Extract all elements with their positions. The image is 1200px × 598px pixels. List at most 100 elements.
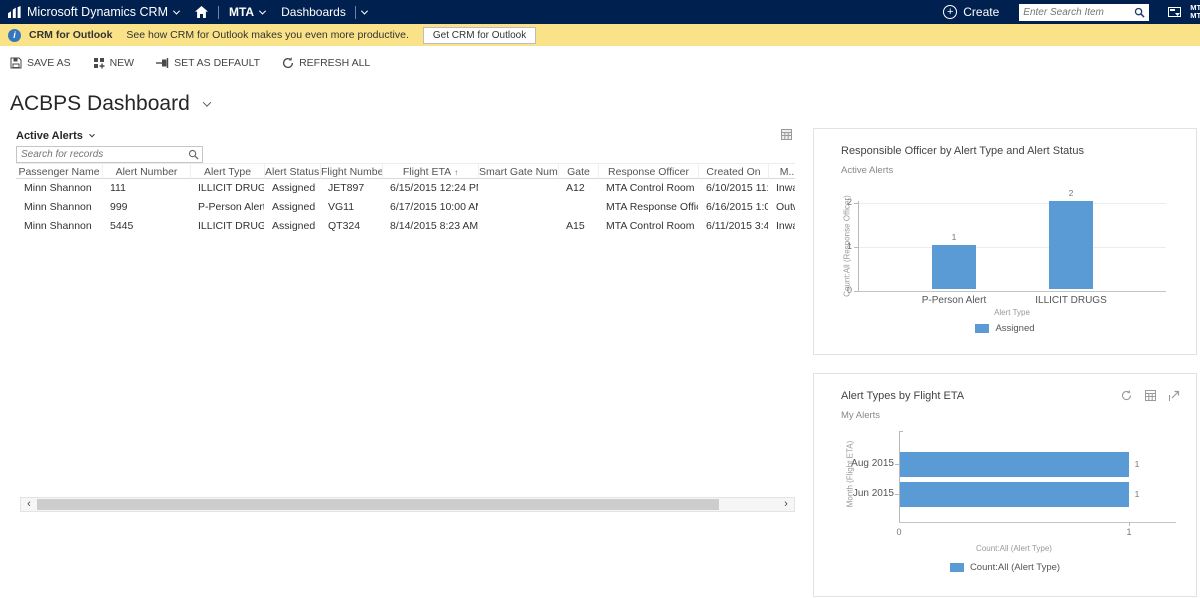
nav-item-mta[interactable]: MTA <box>221 0 273 24</box>
refresh-chart-icon[interactable] <box>1121 390 1132 401</box>
x-axis-line <box>899 522 1176 523</box>
x-axis-label: Alert Type <box>994 308 1030 317</box>
legend-label: Count:All (Alert Type) <box>969 562 1061 573</box>
search-icon[interactable] <box>188 149 202 160</box>
column-header-alert-status[interactable]: Alert Status↑ <box>264 163 320 179</box>
refresh-all-label: REFRESH ALL <box>299 57 371 69</box>
bar-aug-2015[interactable] <box>900 452 1129 477</box>
table-row[interactable]: Minn Shannon 5445 ILLICIT DRUGS Assigned… <box>16 217 795 236</box>
column-header-alert-number[interactable]: Alert Number <box>102 163 190 179</box>
scrollbar-thumb[interactable] <box>37 499 719 510</box>
y-tick-2: 2 <box>846 197 852 207</box>
chevron-down-icon <box>202 98 212 107</box>
crm-for-outlook-banner: i CRM for Outlook See how CRM for Outloo… <box>0 24 1200 46</box>
scroll-right-icon[interactable]: › <box>778 498 794 511</box>
chevron-down-icon <box>172 7 181 15</box>
home-button[interactable] <box>187 0 216 24</box>
chart-toolbar <box>1121 390 1180 401</box>
y-tick-0: 0 <box>846 285 852 295</box>
column-header-gate[interactable]: Gate <box>558 163 598 179</box>
nav-dashboards-label: Dashboards <box>281 5 346 19</box>
info-icon: i <box>8 28 21 42</box>
nav-separator <box>218 5 219 19</box>
dynamics-logo-icon <box>8 6 21 18</box>
chart-legend: Assigned <box>814 323 1196 334</box>
column-header-response-officer[interactable]: Response Officer <box>598 163 698 179</box>
create-button[interactable]: + Create <box>933 5 1009 19</box>
enlarge-chart-icon[interactable] <box>1169 390 1180 401</box>
refresh-all-button[interactable]: REFRESH ALL <box>282 57 370 69</box>
column-header-smart-gate-number[interactable]: Smart Gate Number <box>478 163 558 179</box>
bar-value-label: 1 <box>1134 459 1140 469</box>
x-category-label: ILLICIT DRUGS <box>1035 295 1107 306</box>
refresh-icon <box>282 57 294 69</box>
command-bar: SAVE AS NEW SET AS DEFAULT REFRESH ALL <box>0 46 1200 80</box>
column-header-movement[interactable]: M... <box>768 163 795 179</box>
bar-value-label: 1 <box>1134 489 1140 499</box>
user-info[interactable]: MTA MTA <box>1190 4 1200 20</box>
chart-panel-alert-types: Alert Types by Flight ETA My Alerts Mont… <box>813 373 1197 597</box>
x-category-label: P-Person Alert <box>921 295 987 306</box>
gridline <box>858 203 1166 204</box>
brand-menu[interactable]: Microsoft Dynamics CRM <box>0 0 187 24</box>
bar-value-label: 1 <box>951 232 957 242</box>
column-header-passenger-name[interactable]: Passenger Name <box>16 163 102 179</box>
create-label: Create <box>963 5 1000 19</box>
gridline <box>858 247 1166 248</box>
y-axis-line <box>858 201 859 292</box>
column-header-created-on[interactable]: Created On <box>698 163 768 179</box>
table-row[interactable]: Minn Shannon 111 ILLICIT DRUGS Assigned … <box>16 179 795 198</box>
view-grid-icon[interactable] <box>1145 390 1156 401</box>
legend-swatch <box>949 563 964 572</box>
page-title: ACBPS Dashboard <box>10 92 190 115</box>
nav-item-dashboards[interactable]: Dashboards <box>273 0 375 24</box>
get-crm-for-outlook-button[interactable]: Get CRM for Outlook <box>422 26 537 44</box>
legend-swatch <box>975 324 990 333</box>
banner-message: See how CRM for Outlook makes you even m… <box>126 29 409 41</box>
banner-title: CRM for Outlook <box>29 29 113 41</box>
chevron-down-icon <box>360 7 368 15</box>
chart-title: Alert Types by Flight ETA <box>841 390 965 402</box>
global-search-input[interactable] <box>1023 6 1135 18</box>
quick-nav-icon[interactable] <box>1168 6 1182 18</box>
record-search-input[interactable] <box>17 149 188 160</box>
dynamics-crm-window: Microsoft Dynamics CRM MTA Dashboards + … <box>0 0 1200 598</box>
chart-title: Responsible Officer by Alert Type and Al… <box>841 145 1084 157</box>
bar-jun-2015[interactable] <box>900 482 1129 507</box>
new-label: NEW <box>109 57 135 69</box>
column-header-alert-type[interactable]: Alert Type <box>190 163 264 179</box>
dashboard-selector[interactable]: ACBPS Dashboard <box>10 92 212 116</box>
scroll-left-icon[interactable]: ‹ <box>21 498 37 511</box>
x-tick-1: 1 <box>1126 527 1132 537</box>
chart-subtitle: Active Alerts <box>841 165 894 176</box>
table-row[interactable]: Minn Shannon 999 P-Person Alert Assigned… <box>16 198 795 217</box>
horizontal-scrollbar[interactable]: ‹ › <box>20 497 795 512</box>
save-as-label: SAVE AS <box>27 57 71 69</box>
bar-p-person-alert[interactable] <box>932 245 976 289</box>
set-as-default-label: SET AS DEFAULT <box>174 57 261 69</box>
column-header-flight-number[interactable]: Flight Numbe... <box>320 163 382 179</box>
set-as-default-button[interactable]: SET AS DEFAULT <box>156 57 260 69</box>
new-button[interactable]: NEW <box>93 57 135 69</box>
user-line-2: MTA <box>1190 11 1200 20</box>
alerts-grid: Passenger Name Alert Number Alert Type A… <box>16 163 795 236</box>
list-grid-icon[interactable] <box>781 127 792 145</box>
column-header-flight-eta[interactable]: Flight ETA ↑ <box>382 163 478 179</box>
chevron-down-icon <box>259 7 267 15</box>
view-selector-active-alerts[interactable]: Active Alerts <box>16 130 95 142</box>
bar-illicit-drugs[interactable] <box>1049 201 1093 289</box>
x-axis-line <box>858 291 1166 292</box>
bar-value-label: 2 <box>1068 188 1074 198</box>
chevron-down-icon <box>89 131 95 138</box>
view-title: Active Alerts <box>16 130 83 142</box>
home-icon <box>195 6 208 18</box>
scrollbar-track[interactable] <box>37 498 778 511</box>
save-as-button[interactable]: SAVE AS <box>10 57 71 69</box>
global-search-box <box>1019 3 1150 21</box>
y-category-label: Jun 2015 <box>852 488 894 499</box>
brand-label: Microsoft Dynamics CRM <box>27 5 168 19</box>
search-icon[interactable] <box>1134 7 1145 18</box>
grid-header-row: Passenger Name Alert Number Alert Type A… <box>16 163 795 179</box>
sort-ascending-icon: ↑ <box>454 168 459 177</box>
x-axis-label: Count:All (Alert Type) <box>976 544 1052 553</box>
